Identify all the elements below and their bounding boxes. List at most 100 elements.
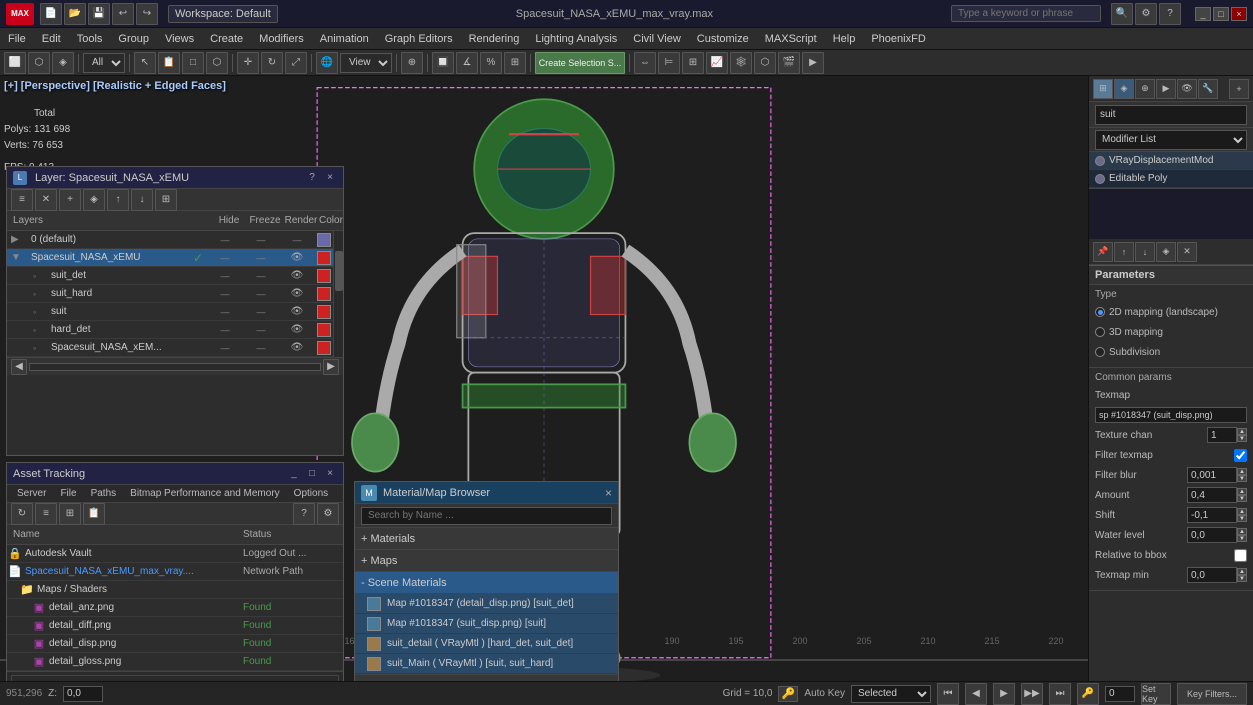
asset-item-0[interactable]: 🔒 Autodesk Vault Logged Out ... — [7, 545, 343, 563]
key-filters-btn[interactable]: Key Filters... — [1177, 683, 1247, 705]
filter-blur-val[interactable] — [1187, 467, 1237, 483]
object-name-field[interactable] — [1095, 105, 1247, 125]
save-btn[interactable]: 💾 — [88, 3, 110, 25]
filter-select[interactable]: All — [83, 53, 125, 73]
search-icon[interactable]: 🔍 — [1111, 3, 1133, 25]
layer-row-0[interactable]: ▶ 0 (default) — — — — [7, 231, 333, 249]
water-up[interactable]: ▲ — [1237, 528, 1247, 535]
blur-down[interactable]: ▼ — [1237, 475, 1247, 482]
next-frame-btn[interactable]: ▶▶ — [1021, 683, 1043, 705]
asset-close-btn[interactable]: × — [323, 467, 337, 481]
asset-hscroll[interactable] — [7, 671, 343, 681]
texchan-up[interactable]: ▲ — [1237, 428, 1247, 435]
pin-icon[interactable]: 📌 — [1093, 242, 1113, 262]
asset-menu-options[interactable]: Options — [288, 485, 334, 502]
layer-move-btn[interactable]: ↑ — [107, 189, 129, 211]
texmap-min-down[interactable]: ▼ — [1237, 575, 1247, 582]
utilities-tab[interactable]: 🔧 — [1198, 79, 1218, 99]
menu-lighting[interactable]: Lighting Analysis — [527, 28, 625, 49]
quick-render-btn[interactable]: ▶ — [802, 52, 824, 74]
mat-item-1[interactable]: Map #1018347 (suit_disp.png) [suit] — [355, 614, 618, 634]
select-region-btn[interactable]: ⬡ — [28, 52, 50, 74]
layer-row-5[interactable]: ◦ hard_det — — 👁 — [7, 321, 333, 339]
layer-row-6[interactable]: ◦ Spacesuit_NASA_xEM... — — 👁 — [7, 339, 333, 357]
select-obj-btn[interactable]: ⬜ — [4, 52, 26, 74]
undo-btn[interactable]: ↩ — [112, 3, 134, 25]
menu-modifiers[interactable]: Modifiers — [251, 28, 312, 49]
angle-snap-btn[interactable]: ∡ — [456, 52, 478, 74]
select-rect-btn[interactable]: □ — [182, 52, 204, 74]
layer-next-btn[interactable]: ▶ — [323, 359, 339, 375]
layer-row-1[interactable]: ▼ Spacesuit_NASA_xEMU ✓ — — 👁 — [7, 249, 333, 267]
open-btn[interactable]: 📂 — [64, 3, 86, 25]
prev-frame-btn[interactable]: ◀ — [965, 683, 987, 705]
asset-help-btn[interactable]: ? — [293, 503, 315, 525]
relative-checkbox[interactable] — [1234, 549, 1247, 562]
move-down-icon[interactable]: ↓ — [1135, 242, 1155, 262]
material-editor-btn[interactable]: ⬡ — [754, 52, 776, 74]
amount-down[interactable]: ▼ — [1237, 495, 1247, 502]
mat-item-2[interactable]: suit_detail ( VRayMtl ) [hard_det, suit_… — [355, 634, 618, 654]
select-region-btn2[interactable]: ⬡ — [206, 52, 228, 74]
modifier-item-0[interactable]: VRayDisplacementMod — [1089, 152, 1253, 170]
scale-btn[interactable]: ⤢ — [285, 52, 307, 74]
set-key-btn[interactable]: Set Key — [1141, 683, 1171, 705]
asset-menu-paths[interactable]: Paths — [85, 485, 123, 502]
viewport[interactable]: 1401451501551601651701751801851901952002… — [0, 76, 1088, 681]
modifier-item-1[interactable]: Editable Poly — [1089, 170, 1253, 188]
key-mode-btn[interactable]: 🔑 — [1077, 683, 1099, 705]
help-icon[interactable]: ? — [1159, 3, 1181, 25]
global-search[interactable] — [951, 5, 1101, 22]
render-scene-btn[interactable]: 🎬 — [778, 52, 800, 74]
mirror-btn[interactable]: ⇔ — [634, 52, 656, 74]
asset-item-3[interactable]: ▣ detail_anz.png Found — [7, 599, 343, 617]
texmap-min-val[interactable] — [1187, 567, 1237, 583]
select-name-btn[interactable]: 📋 — [158, 52, 180, 74]
schematic-btn[interactable]: 🕸 — [730, 52, 752, 74]
delete-mod-icon[interactable]: ✕ — [1177, 242, 1197, 262]
water-val[interactable] — [1187, 527, 1237, 543]
asset-restore-btn[interactable]: □ — [305, 467, 319, 481]
asset-item-6[interactable]: ▣ detail_gloss.png Found — [7, 653, 343, 671]
mat-search-input[interactable] — [361, 507, 612, 525]
filter-checkbox[interactable] — [1234, 449, 1247, 462]
menu-create[interactable]: Create — [202, 28, 251, 49]
menu-help[interactable]: Help — [825, 28, 864, 49]
asset-item-4[interactable]: ▣ detail_diff.png Found — [7, 617, 343, 635]
play-btn[interactable]: ▶ — [993, 683, 1015, 705]
create-selection-btn[interactable]: Create Selection S... — [535, 52, 625, 74]
layer-scrollbar[interactable] — [333, 231, 343, 357]
mat-item-3[interactable]: suit_Main ( VRayMtl ) [suit, suit_hard] — [355, 654, 618, 674]
asset-menu-bitmap[interactable]: Bitmap Performance and Memory — [124, 485, 286, 502]
asset-details-btn[interactable]: 📋 — [83, 503, 105, 525]
texmap-input[interactable] — [1095, 407, 1247, 423]
menu-views[interactable]: Views — [157, 28, 202, 49]
amount-up[interactable]: ▲ — [1237, 488, 1247, 495]
mat-scene-section[interactable]: - Scene Materials — [355, 572, 618, 594]
frame-field[interactable] — [1105, 686, 1135, 702]
curve-editor-btn[interactable]: 📈 — [706, 52, 728, 74]
filter-icon[interactable]: ◈ — [52, 52, 74, 74]
percent-snap-btn[interactable]: % — [480, 52, 502, 74]
vert-icon[interactable]: ◈ — [1156, 242, 1176, 262]
menu-group[interactable]: Group — [110, 28, 157, 49]
type-radio-1[interactable] — [1095, 327, 1105, 337]
layer-down-btn[interactable]: ↓ — [131, 189, 153, 211]
asset-minimize-btn[interactable]: _ — [287, 467, 301, 481]
go-start-btn[interactable]: ⏮ — [937, 683, 959, 705]
menu-edit[interactable]: Edit — [34, 28, 69, 49]
key-lock-icon[interactable]: 🔑 — [778, 686, 798, 702]
menu-animation[interactable]: Animation — [312, 28, 377, 49]
asset-refresh-btn[interactable]: ↻ — [11, 503, 33, 525]
layer-scroll-thumb[interactable] — [335, 251, 343, 291]
align-btn[interactable]: ⊨ — [658, 52, 680, 74]
new-btn[interactable]: 📄 — [40, 3, 62, 25]
layer-hscroll[interactable] — [29, 363, 321, 371]
modifier-list-select[interactable]: Modifier List — [1095, 130, 1247, 150]
texchan-val[interactable] — [1207, 427, 1237, 443]
select-btn[interactable]: ↖ — [134, 52, 156, 74]
shift-val[interactable] — [1187, 507, 1237, 523]
menu-file[interactable]: File — [0, 28, 34, 49]
modify-tab[interactable]: ◈ — [1114, 79, 1134, 99]
workspace-selector[interactable]: Workspace: Default — [168, 5, 278, 23]
